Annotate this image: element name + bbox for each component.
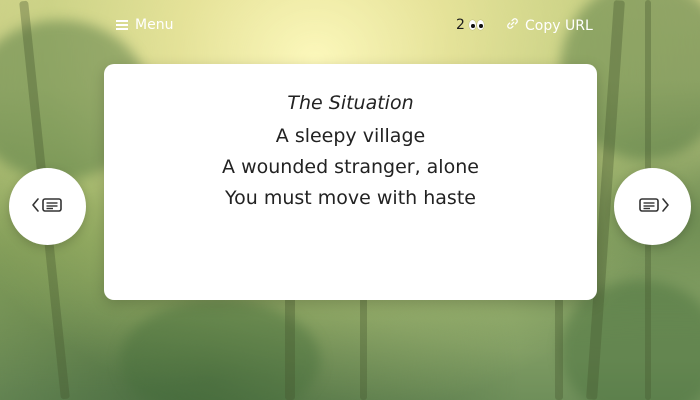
menu-button[interactable]: Menu (116, 17, 173, 33)
chevron-left-card-icon (31, 195, 65, 219)
card-line: You must move with haste (225, 187, 476, 209)
next-card-button[interactable] (614, 168, 691, 245)
top-bar: Menu 2 Copy URL (0, 0, 700, 52)
viewer-count-number: 2 (456, 17, 465, 33)
copy-url-label: Copy URL (525, 17, 593, 34)
card-title: The Situation (287, 92, 414, 114)
viewer-count: 2 (456, 17, 484, 33)
situation-card: The Situation A sleepy village A wounded… (104, 64, 597, 300)
card-line: A wounded stranger, alone (222, 156, 479, 178)
eyes-icon (468, 20, 484, 30)
previous-card-button[interactable] (9, 168, 86, 245)
menu-label: Menu (135, 17, 174, 33)
card-line: A sleepy village (275, 125, 426, 147)
copy-url-button[interactable]: Copy URL (506, 17, 593, 34)
link-icon (506, 17, 519, 34)
card-chevron-right-icon (636, 195, 670, 219)
hamburger-icon (116, 20, 128, 30)
